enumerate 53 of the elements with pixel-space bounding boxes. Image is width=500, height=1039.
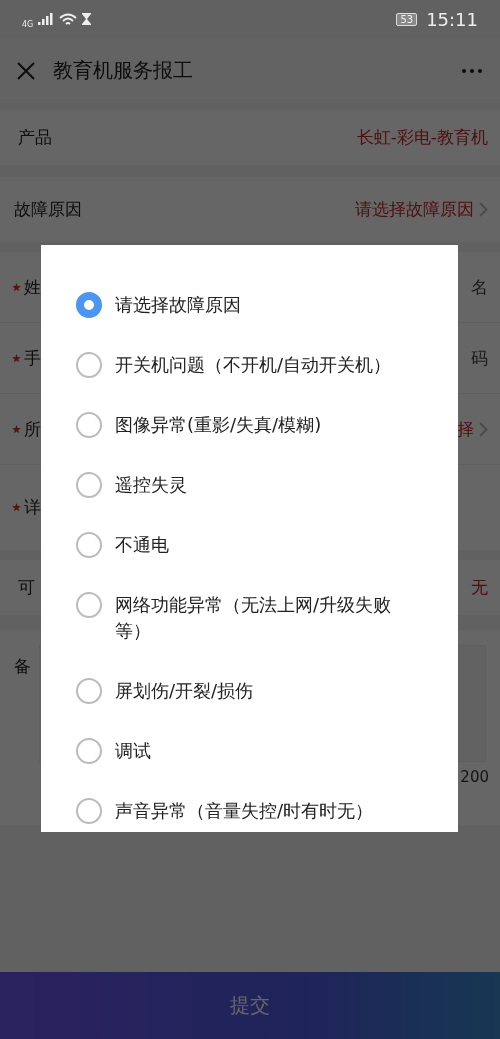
radio-button[interactable]: [76, 798, 102, 824]
close-icon[interactable]: [17, 61, 35, 80]
option-item[interactable]: 开关机问题（不开机/自动开关机）: [41, 335, 458, 395]
battery-indicator: 53: [396, 12, 418, 26]
option-item[interactable]: 遥控失灵: [41, 455, 458, 515]
field-label: 备: [14, 655, 31, 678]
field-value: 码: [471, 346, 488, 370]
field-value: 名: [471, 275, 488, 299]
option-label: 网络功能异常（无法上网/升级失败等）: [115, 593, 393, 643]
character-counter: 200: [460, 768, 489, 786]
field-label: 产品: [18, 126, 52, 149]
option-item[interactable]: 请选择故障原因: [41, 275, 458, 335]
radio-button[interactable]: [76, 472, 102, 498]
option-item[interactable]: 调试: [41, 721, 458, 781]
hourglass-icon: [82, 13, 92, 25]
option-item[interactable]: 图像异常(重影/失真/模糊): [41, 395, 458, 455]
option-label: 开关机问题（不开机/自动开关机）: [115, 353, 393, 377]
radio-button[interactable]: [76, 412, 102, 438]
option-item[interactable]: 屏划伤/开裂/损伤: [41, 661, 458, 721]
option-item[interactable]: 不通电: [41, 515, 458, 575]
network-label: 4G: [22, 19, 34, 29]
option-label: 屏划伤/开裂/损伤: [115, 679, 255, 703]
more-icon[interactable]: [462, 68, 482, 73]
option-label: 遥控失灵: [115, 473, 188, 497]
option-label: 不通电: [115, 533, 170, 557]
wifi-icon: [59, 12, 78, 26]
fault-reason-value: 请选择故障原因: [355, 198, 474, 221]
option-item[interactable]: 网络功能异常（无法上网/升级失败等）: [41, 575, 458, 661]
option-label: 图像异常(重影/失真/模糊): [115, 413, 323, 437]
signal-icon: [38, 13, 55, 25]
field-value: 无: [471, 576, 488, 599]
field-label: 故障原因: [14, 198, 82, 221]
field-label: 所: [24, 417, 41, 441]
radio-button[interactable]: [76, 292, 102, 318]
page-title: 教育机服务报工: [53, 57, 194, 84]
field-label: 详: [24, 496, 41, 519]
option-label: 请选择故障原因: [115, 293, 242, 317]
radio-button[interactable]: [76, 352, 102, 378]
field-label: 手: [24, 346, 41, 370]
radio-button[interactable]: [76, 678, 102, 704]
field-label: 可: [18, 576, 35, 599]
option-item[interactable]: 声音异常（音量失控/时有时无）: [41, 781, 458, 832]
radio-button[interactable]: [76, 738, 102, 764]
option-label: 调试: [115, 739, 152, 763]
product-value: 长虹-彩电-教育机: [356, 126, 488, 149]
clock: 15:11: [426, 8, 478, 30]
field-value: 择: [457, 417, 474, 441]
chevron-icon: [479, 202, 488, 217]
option-label: 声音异常（音量失控/时有时无）: [115, 799, 375, 823]
radio-button[interactable]: [76, 592, 102, 618]
radio-button[interactable]: [76, 532, 102, 558]
field-label: 姓: [24, 275, 41, 299]
chevron-icon: [479, 421, 488, 437]
